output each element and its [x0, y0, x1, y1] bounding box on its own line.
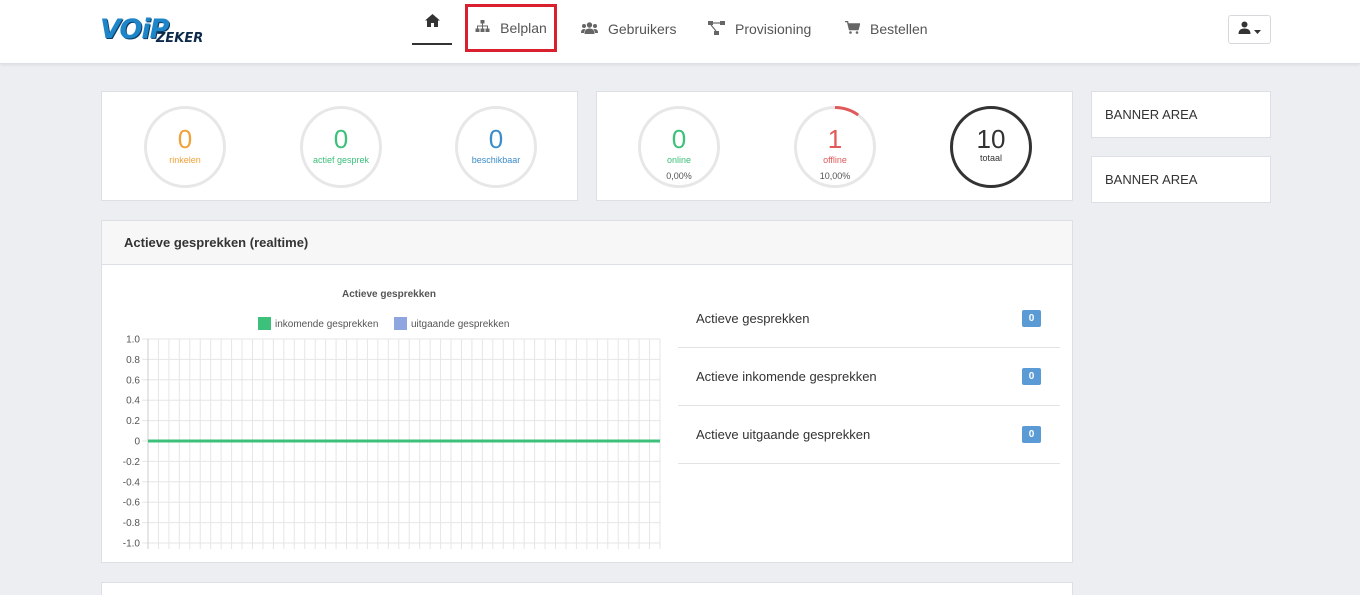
nav-belplan[interactable]: Belplan: [465, 4, 557, 52]
legend-swatch: [394, 317, 407, 330]
stat-label: actief gesprek: [312, 155, 370, 165]
y-tick-label: 0.6: [126, 375, 140, 386]
legend-label: uitgaande gesprekken: [411, 319, 509, 330]
counter-list: Actieve gesprekken 0 Actieve inkomende g…: [678, 290, 1060, 464]
logo-sub: ZEKER: [156, 31, 204, 46]
chevron-down-icon: [1254, 21, 1261, 39]
sitemap-icon: [475, 20, 490, 36]
stat-offline: 1 offline 10,00%: [794, 106, 876, 188]
counter-uitgaand: Actieve uitgaande gesprekken 0: [678, 406, 1060, 464]
stat-value: 0: [671, 124, 687, 154]
y-tick-label: -1.0: [123, 539, 141, 550]
chart-title: Actieve gesprekken: [342, 289, 436, 300]
panel-title: Actieve gesprekken (realtime): [102, 221, 1072, 265]
stat-label: rinkelen: [169, 155, 201, 165]
y-tick-label: 0.2: [126, 416, 140, 427]
nav-gebruikers-label: Gebruikers: [608, 21, 677, 37]
legend-swatch: [258, 317, 271, 330]
stat-value: 0: [333, 124, 349, 154]
stat-value: 0: [177, 124, 193, 154]
y-tick-label: 0: [134, 437, 140, 448]
y-tick-label: -0.4: [123, 477, 141, 488]
nav-belplan-label: Belplan: [500, 20, 547, 36]
user-menu-button[interactable]: [1228, 15, 1271, 44]
stat-online: 0 online 0,00%: [638, 106, 720, 188]
banner-area-2[interactable]: BANNER AREA: [1091, 156, 1271, 203]
banner-area-1[interactable]: BANNER AREA: [1091, 91, 1271, 138]
stat-label: offline: [823, 155, 847, 165]
y-tick-label: 1.0: [126, 335, 140, 346]
counter-badge: 0: [1022, 426, 1041, 443]
nav-provisioning-label: Provisioning: [735, 21, 812, 37]
stat-rinkelen: 0 rinkelen: [144, 106, 226, 188]
active-calls-chart: Actieve gesprekken inkomende gesprekken ui…: [123, 289, 661, 550]
stat-actief-gesprek: 0 actief gesprek: [300, 106, 382, 188]
counter-inkomend: Actieve inkomende gesprekken 0: [678, 348, 1060, 406]
stat-label: totaal: [979, 153, 1003, 163]
y-tick-label: -0.6: [123, 498, 141, 509]
home-icon: [424, 13, 440, 30]
stat-percentage: 0,00%: [666, 171, 692, 181]
stat-value: 0: [488, 124, 504, 154]
stat-value: 10: [976, 124, 1006, 154]
y-tick-label: 0.8: [126, 355, 140, 366]
top-navbar: VOiP ZEKER Belplan Gebruikers Provisioni…: [0, 0, 1360, 64]
stat-label: online: [666, 155, 692, 165]
stat-label: beschikbaar: [471, 155, 521, 165]
users-icon: [581, 21, 598, 37]
legend-label: inkomende gesprekken: [275, 319, 378, 330]
cart-icon: [845, 20, 861, 37]
counter-badge: 0: [1022, 368, 1041, 385]
counter-label: Actieve uitgaande gesprekken: [696, 427, 871, 442]
network-icon: [708, 20, 725, 38]
counter-label: Actieve gesprekken: [696, 311, 810, 326]
user-icon: [1238, 21, 1251, 39]
device-stats-card: 0 online 0,00% 1 offline 10,00% 10 totaa…: [596, 91, 1073, 201]
stat-value: 1: [827, 124, 843, 154]
nav-gebruikers[interactable]: Gebruikers: [581, 0, 676, 58]
stat-totaal: 10 totaal: [950, 106, 1032, 188]
counter-label: Actieve inkomende gesprekken: [696, 369, 877, 384]
call-stats-card: 0 rinkelen 0 actief gesprek 0 beschikbaa…: [101, 91, 578, 201]
y-tick-label: -0.2: [123, 457, 141, 468]
stat-percentage: 10,00%: [819, 171, 851, 181]
nav-bestellen-label: Bestellen: [870, 21, 928, 37]
nav-provisioning[interactable]: Provisioning: [708, 0, 811, 58]
counter-actieve: Actieve gesprekken 0: [678, 290, 1060, 348]
nav-home[interactable]: [412, 0, 452, 45]
next-panel: [101, 582, 1073, 595]
y-tick-label: -0.8: [123, 518, 141, 529]
voipzeker-logo[interactable]: VOiP ZEKER: [100, 14, 212, 48]
counter-badge: 0: [1022, 310, 1041, 327]
nav-bestellen[interactable]: Bestellen: [845, 0, 928, 58]
active-calls-panel: Actieve gesprekken (realtime) Actieve ge…: [101, 220, 1073, 563]
stat-beschikbaar: 0 beschikbaar: [455, 106, 537, 188]
y-tick-label: 0.4: [126, 396, 140, 407]
